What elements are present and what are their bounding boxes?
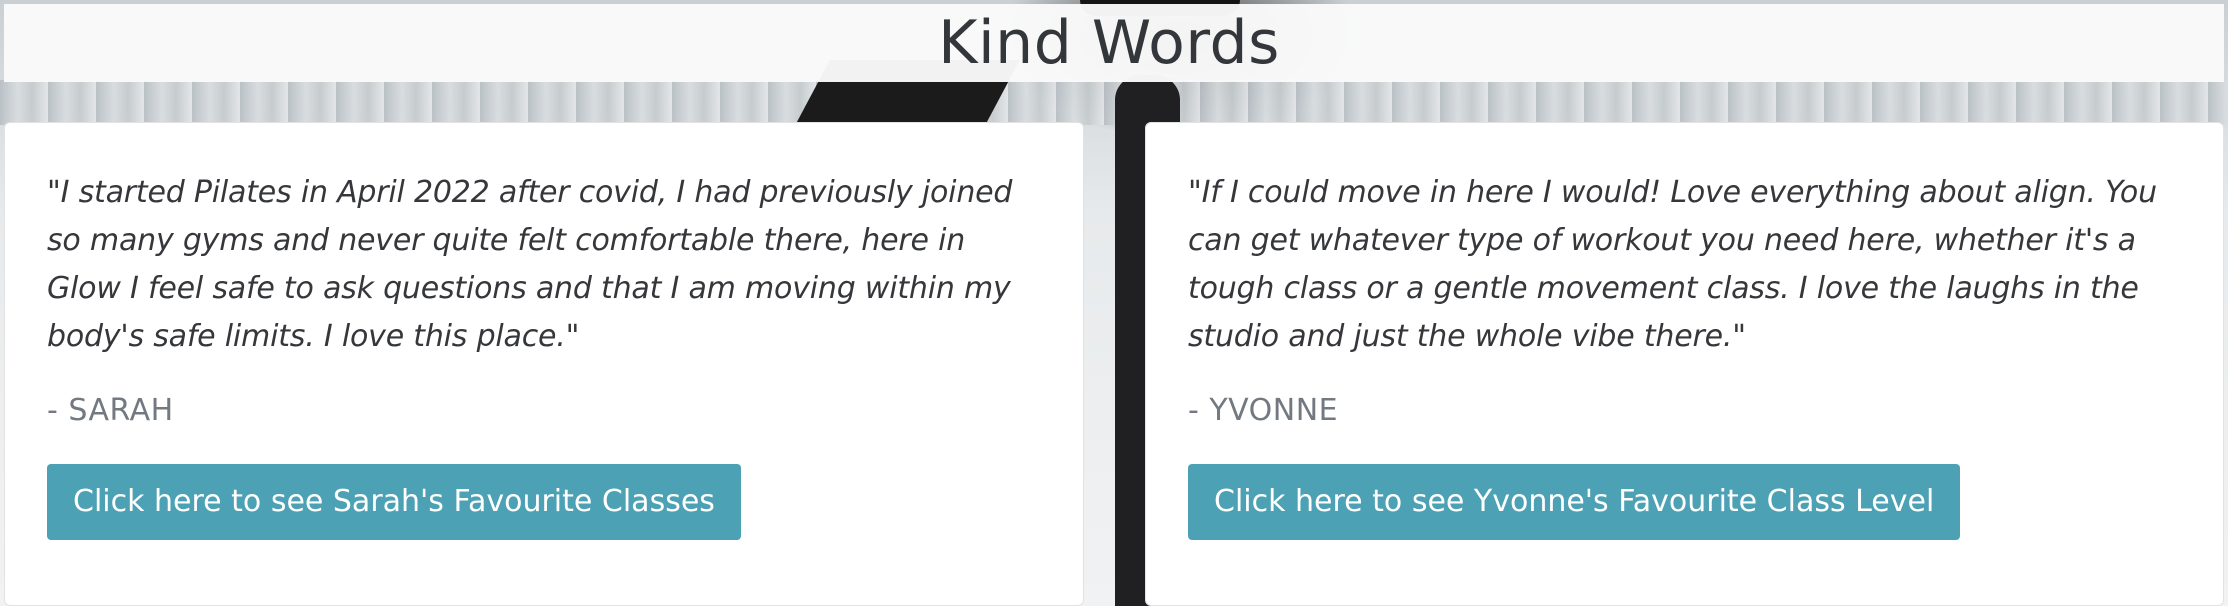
- testimonial-quote: "If I could move in here I would! Love e…: [1188, 175, 2157, 354]
- testimonial-card: "I started Pilates in April 2022 after c…: [4, 122, 1084, 606]
- testimonial-quote: "I started Pilates in April 2022 after c…: [47, 175, 1013, 354]
- favourite-classes-button[interactable]: Click here to see Sarah's Favourite Clas…: [47, 464, 741, 540]
- testimonial-author: - SARAH: [47, 393, 174, 428]
- testimonial-author: - YVONNE: [1188, 393, 1339, 428]
- background-texture: [0, 80, 2228, 125]
- favourite-class-level-button[interactable]: Click here to see Yvonne's Favourite Cla…: [1188, 464, 1961, 540]
- section-title: Kind Words: [938, 8, 1280, 78]
- section-header: Kind Words: [4, 4, 2224, 82]
- testimonial-card: "If I could move in here I would! Love e…: [1145, 122, 2224, 606]
